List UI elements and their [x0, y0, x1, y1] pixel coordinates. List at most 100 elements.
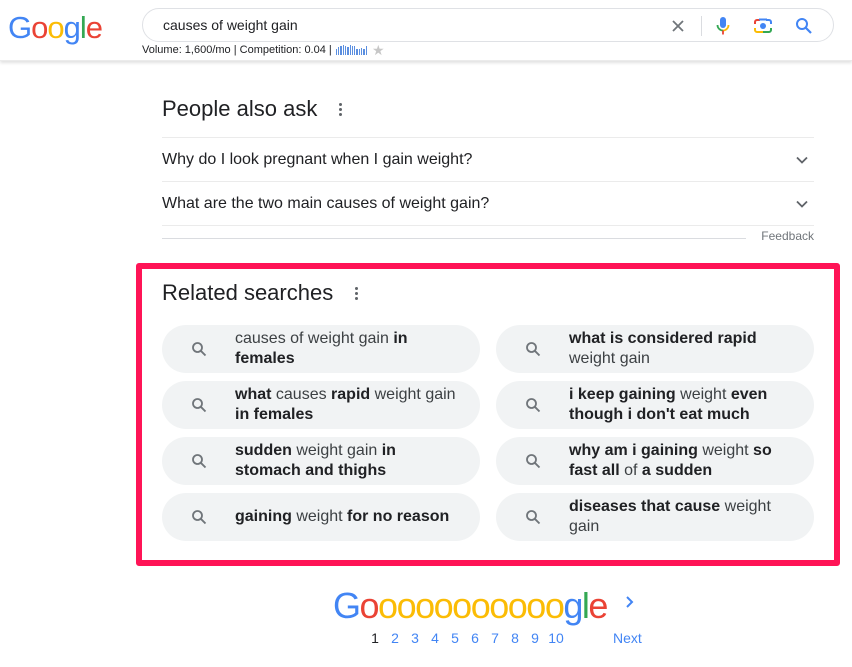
search-icon: [162, 397, 235, 413]
related-search-chip[interactable]: sudden weight gain in stomach and thighs: [162, 437, 480, 485]
more-options-icon[interactable]: [335, 102, 345, 116]
search-icon: [496, 341, 569, 357]
search-icon: [162, 453, 235, 469]
related-searches-grid: causes of weight gain in females what is …: [162, 325, 814, 541]
trend-bar: [351, 46, 354, 55]
search-input[interactable]: [163, 9, 643, 41]
related-search-chip[interactable]: diseases that cause weight gain: [496, 493, 814, 541]
logo-letter: o: [396, 585, 417, 626]
related-search-text: gaining weight for no reason: [235, 507, 465, 527]
logo-letter: G: [333, 585, 361, 626]
trend-sparkline: [335, 45, 367, 55]
related-search-text: sudden weight gain in stomach and thighs: [235, 441, 480, 481]
logo-letter: o: [489, 585, 509, 626]
current-page: 1: [371, 630, 379, 646]
trend-bar: [363, 49, 365, 55]
related-search-chip[interactable]: what causes rapid weight gain in females: [162, 381, 480, 429]
bold-term: diseases that cause: [569, 498, 721, 515]
related-search-chip[interactable]: what is considered rapid weight gain: [496, 325, 814, 373]
logo-letter: o: [433, 585, 454, 626]
bold-term: sudden: [235, 442, 292, 459]
page-link[interactable]: 10: [545, 630, 567, 646]
related-search-text: diseases that cause weight gain: [569, 497, 814, 537]
volume-text: Volume: 1,600/mo | Competition: 0.04 |: [142, 44, 332, 56]
feedback-link[interactable]: Feedback: [761, 229, 814, 243]
term: weight gain: [569, 350, 650, 367]
pagination-logo: Gooooooooooogle: [333, 585, 608, 626]
search-icon: [496, 453, 569, 469]
paa-question[interactable]: What are the two main causes of weight g…: [162, 182, 814, 226]
trend-bar: [349, 45, 351, 55]
clear-icon[interactable]: [667, 15, 689, 37]
trend-bar: [338, 47, 340, 55]
logo-letter: o: [507, 585, 528, 626]
paa-question[interactable]: Why do I look pregnant when I gain weigh…: [162, 138, 814, 182]
logo-letter: o: [31, 10, 48, 45]
bold-term: why am i gaining: [569, 442, 698, 459]
page-numbers: 1 2 3 4 5 6 7 8 9 10: [365, 630, 567, 646]
next-page-link[interactable]: Next: [613, 630, 642, 646]
term: weight: [675, 386, 731, 403]
term: weight gain: [291, 442, 382, 459]
page-link[interactable]: 8: [505, 630, 525, 646]
term: weight: [697, 442, 754, 459]
logo-letter: e: [85, 10, 103, 45]
trend-bar: [358, 49, 361, 55]
more-options-icon[interactable]: [351, 286, 361, 300]
related-search-chip[interactable]: gaining weight for no reason: [162, 493, 480, 541]
related-search-chip[interactable]: i keep gaining weight even though i don'…: [496, 381, 814, 429]
trend-bar: [342, 45, 344, 55]
keyword-volume-bar: Volume: 1,600/mo | Competition: 0.04 | ★: [142, 43, 385, 57]
logo-letter: o: [359, 585, 380, 626]
logo-letter: o: [526, 585, 546, 626]
trend-bar: [361, 48, 363, 55]
paa-list: Why do I look pregnant when I gain weigh…: [162, 137, 814, 226]
page-link[interactable]: 3: [405, 630, 425, 646]
page-link[interactable]: 7: [485, 630, 505, 646]
page-link[interactable]: 6: [465, 630, 485, 646]
related-heading: Related searches: [162, 278, 814, 308]
related-search-chip[interactable]: why am i gaining weight so fast all of a…: [496, 437, 814, 485]
paa-question-text: What are the two main causes of weight g…: [162, 194, 490, 212]
related-search-chip[interactable]: causes of weight gain in females: [162, 325, 480, 373]
page-link[interactable]: 4: [425, 630, 445, 646]
star-icon[interactable]: ★: [372, 43, 385, 57]
logo-letter: o: [452, 585, 472, 626]
search-icon: [162, 341, 235, 357]
term: causes of weight gain: [235, 330, 394, 347]
search-box: [142, 8, 834, 42]
trend-bar: [344, 46, 347, 55]
paa-title: People also ask: [162, 96, 318, 121]
logo-letter: G: [8, 10, 32, 45]
search-icon[interactable]: [793, 15, 815, 37]
google-logo[interactable]: Google: [8, 10, 103, 46]
mic-icon[interactable]: [712, 15, 734, 37]
search-icon: [496, 397, 569, 413]
term: weight gain: [370, 386, 456, 403]
page-link[interactable]: 5: [445, 630, 465, 646]
bold-term: gaining: [235, 508, 292, 525]
related-title: Related searches: [162, 280, 334, 305]
bold-term: in females: [235, 406, 314, 423]
feedback-row: Feedback: [162, 226, 814, 252]
trend-bar: [347, 47, 349, 55]
search-icon: [496, 509, 569, 525]
bold-term: for no reason: [347, 508, 450, 525]
camera-lens-icon[interactable]: [752, 15, 774, 37]
bold-term: what: [235, 386, 272, 403]
bold-term: rapid: [331, 386, 371, 403]
page-link[interactable]: 9: [525, 630, 545, 646]
page-link[interactable]: 2: [385, 630, 405, 646]
pagination: Gooooooooooogle 1 2 3 4 5 6 7 8 9 10 Next: [333, 586, 653, 656]
logo-letter: o: [544, 585, 565, 626]
trend-bar: [340, 46, 342, 55]
paa-question-text: Why do I look pregnant when I gain weigh…: [162, 150, 473, 168]
related-searches: Related searches causes of weight gain i…: [162, 278, 814, 541]
related-search-text: i keep gaining weight even though i don'…: [569, 385, 814, 425]
bold-term: what is considered rapid: [569, 330, 757, 347]
bold-term: a sudden: [641, 462, 713, 479]
logo-letter: g: [63, 10, 81, 45]
chevron-right-icon[interactable]: [621, 594, 637, 610]
chevron-down-icon: [796, 156, 808, 164]
paa-heading: People also ask: [162, 94, 814, 124]
